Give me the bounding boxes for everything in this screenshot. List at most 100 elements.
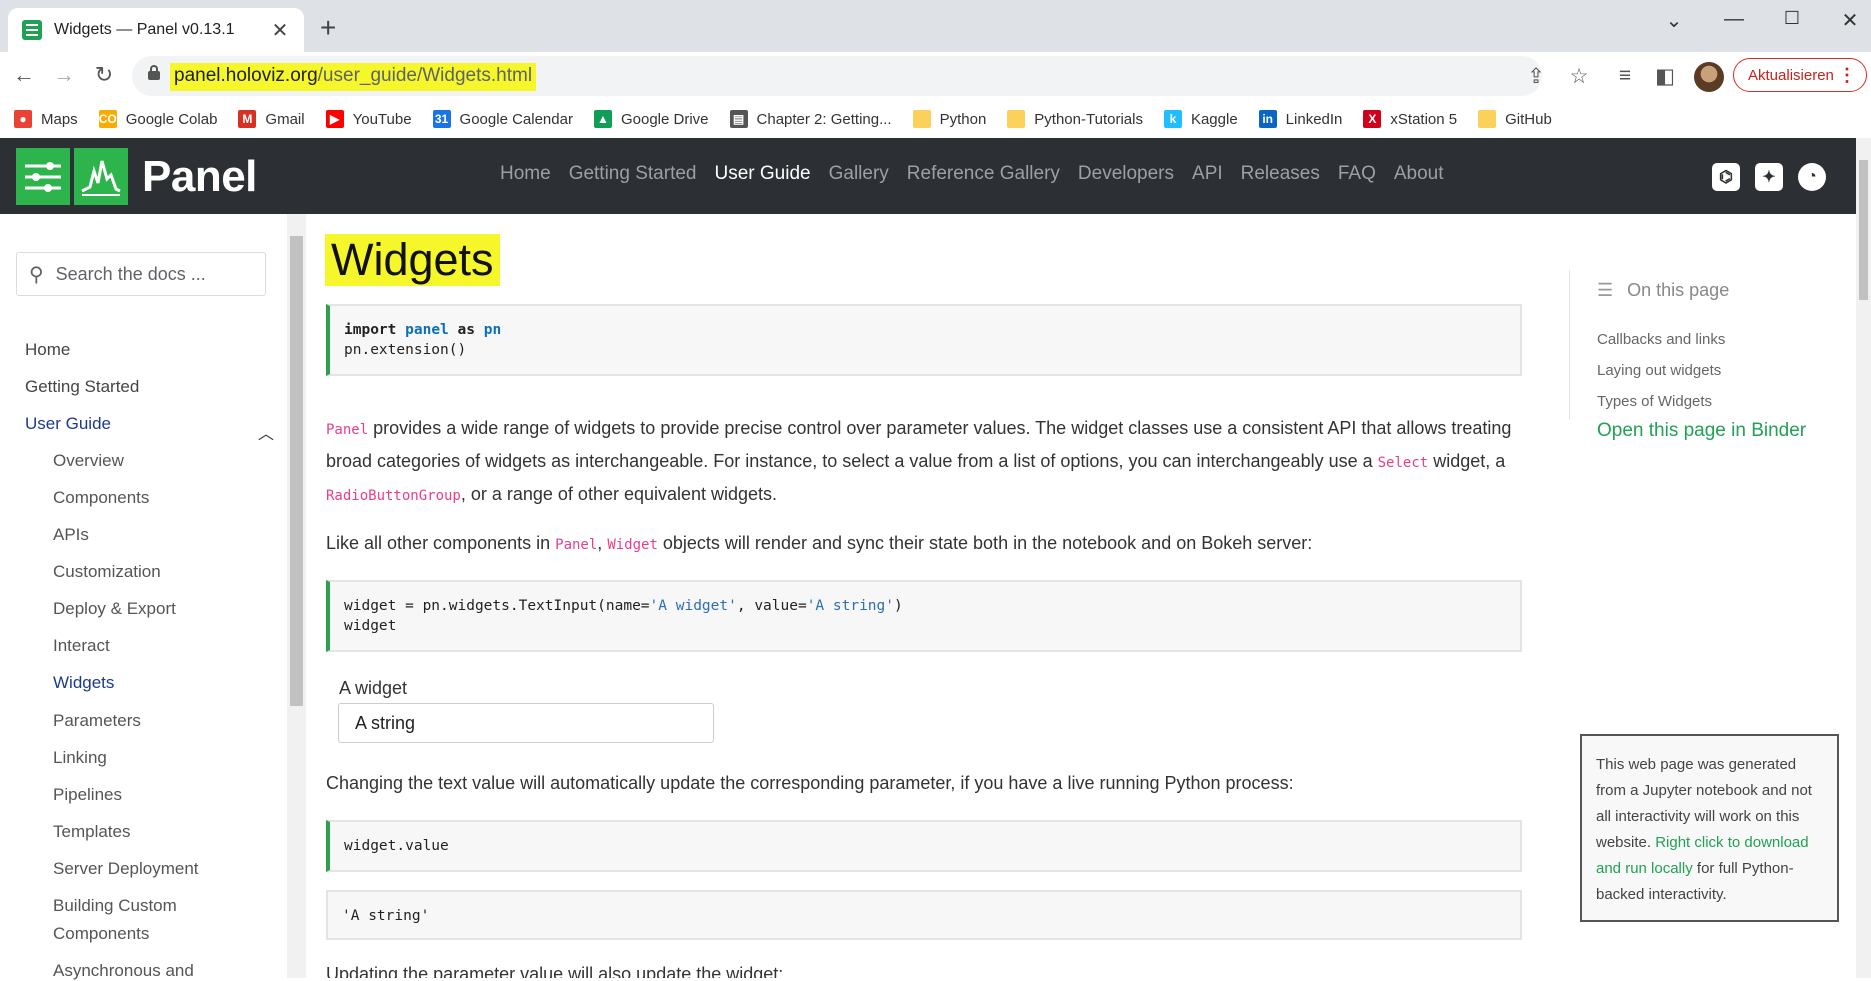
sidebar-subitem[interactable]: Customization [53, 562, 161, 582]
bookmark-label: xStation 5 [1390, 110, 1458, 128]
paragraph-text: objects will render and sync their state… [657, 533, 1313, 553]
sidebar-item[interactable]: User Guide [25, 414, 111, 434]
sidebar-subitem[interactable]: Pipelines [53, 785, 122, 805]
code-cell-textinput[interactable]: widget = pn.widgets.TextInput(name='A wi… [326, 580, 1522, 652]
nav-link[interactable]: About [1394, 163, 1444, 185]
forward-icon[interactable]: → [50, 62, 78, 88]
xstation-icon: X [1363, 110, 1382, 128]
text-input-widget[interactable]: A string [338, 703, 714, 743]
kaggle-icon: k [1163, 110, 1182, 128]
sidebar-scrollbar-thumb[interactable] [290, 236, 303, 706]
paragraph-text: , [597, 533, 608, 553]
sidebar-item[interactable]: Home [25, 340, 70, 360]
sidebar-subitem[interactable]: Components [53, 924, 149, 944]
back-icon[interactable]: ← [10, 62, 38, 88]
nav-link[interactable]: Developers [1078, 163, 1174, 185]
change-paragraph: Changing the text value will automatical… [326, 773, 1294, 793]
bookmark-item[interactable]: XxStation 5 [1363, 110, 1457, 128]
close-window-icon[interactable]: ✕ [1830, 8, 1870, 33]
bookmark-item[interactable]: k Kaggle [1163, 110, 1238, 128]
share-icon[interactable]: ⇪ [1523, 64, 1549, 89]
search-input[interactable]: ⚲ Search the docs ... [16, 252, 266, 296]
side-panel-icon[interactable]: ◧ [1652, 64, 1678, 89]
sidebar-subitem[interactable]: Asynchronous and [53, 961, 194, 981]
sidebar-subitem[interactable]: Deploy & Export [53, 599, 176, 619]
sidebar-subitem[interactable]: APIs [53, 525, 89, 545]
intro-paragraph: Panel provides a wide range of widgets t… [326, 413, 1526, 512]
bookmark-item[interactable]: ▤ Chapter 2: Getting... [729, 110, 892, 128]
twitter-icon[interactable]: ✦ [1755, 163, 1783, 191]
bookmark-label: Chapter 2: Getting... [756, 110, 892, 128]
nav-link[interactable]: API [1192, 163, 1223, 185]
browser-tab[interactable]: Widgets — Panel v0.13.1 ✕ [8, 8, 304, 52]
bookmark-item[interactable]: Python-Tutorials [1007, 110, 1143, 128]
toc-item[interactable]: Laying out widgets [1597, 362, 1721, 379]
bookmark-label: Google Colab [125, 110, 218, 128]
sidebar-subitem[interactable]: Templates [53, 822, 130, 842]
reading-list-icon[interactable]: ≡ [1612, 64, 1638, 88]
list-icon: ☰ [1597, 280, 1614, 300]
gmail-icon: M [238, 110, 257, 128]
reload-icon[interactable]: ↻ [90, 62, 118, 88]
logo-text: Panel [142, 151, 257, 201]
bookmark-item[interactable]: ▶ YouTube [325, 110, 412, 128]
bookmark-item[interactable]: GitHub [1478, 110, 1552, 128]
sidebar-subitem[interactable]: Interact [53, 636, 110, 656]
minimize-icon[interactable]: — [1714, 8, 1754, 31]
code-cell-import[interactable]: import panel as pn pn.extension() [326, 304, 1522, 376]
nav-link[interactable]: User Guide [714, 163, 810, 185]
search-placeholder: Search the docs ... [55, 263, 206, 284]
sidebar-subitem[interactable]: Server Deployment [53, 859, 199, 879]
drive-icon: ▲ [593, 110, 612, 128]
sidebar-subitem[interactable]: Widgets [53, 673, 114, 693]
sidebar-subitem[interactable]: Overview [53, 451, 124, 471]
bookmark-label: Google Drive [620, 110, 709, 128]
code-text: widget = pn.widgets.TextInput(name= [344, 598, 650, 614]
components-paragraph: Like all other components in Panel, Widg… [326, 528, 1526, 561]
page-scrollbar-thumb[interactable] [1859, 160, 1868, 300]
nav-link[interactable]: FAQ [1338, 163, 1376, 185]
star-icon[interactable]: ☆ [1566, 64, 1592, 89]
binder-link[interactable]: Open this page in Binder [1597, 420, 1806, 442]
paragraph-text: widget, a [1428, 451, 1506, 471]
code-string: 'A string' [806, 598, 895, 614]
bookmark-item[interactable]: CO Google Colab [98, 110, 218, 128]
bookmark-item[interactable]: Python [912, 110, 986, 128]
sidebar-subitem[interactable]: Linking [53, 748, 107, 768]
inline-code: Panel [555, 537, 598, 553]
bookmark-item[interactable]: 31 Google Calendar [432, 110, 573, 128]
panel-logo[interactable]: Panel [16, 148, 257, 205]
bookmark-item[interactable]: ▲ Google Drive [593, 110, 709, 128]
code-cell-value[interactable]: widget.value [326, 820, 1522, 872]
close-tab-icon[interactable]: ✕ [270, 18, 290, 43]
toc-item[interactable]: Callbacks and links [1597, 331, 1725, 348]
github-icon[interactable]: ⌬ [1712, 163, 1740, 191]
bookmark-item[interactable]: ● Maps [14, 110, 78, 128]
lock-icon[interactable] [148, 65, 160, 80]
nav-link[interactable]: Reference Gallery [907, 163, 1060, 185]
update-button[interactable]: Aktualisieren ⋮ [1733, 58, 1867, 92]
sidebar-subitem[interactable]: Parameters [53, 711, 141, 731]
sidebar-subitem[interactable]: Components [53, 488, 149, 508]
toc-item[interactable]: Types of Widgets [1597, 393, 1712, 410]
bookmark-item[interactable]: in LinkedIn [1258, 110, 1342, 128]
sidebar-subitem[interactable]: Building Custom [53, 896, 177, 916]
url-text[interactable]: panel.holoviz.org/user_guide/Widgets.htm… [170, 63, 537, 91]
chevron-down-icon[interactable]: ⌄ [1654, 8, 1694, 33]
bookmark-item[interactable]: M Gmail [238, 110, 305, 128]
update-label: Aktualisieren [1748, 66, 1834, 84]
inline-code: Widget [607, 537, 658, 553]
code-string: 'A widget' [649, 598, 737, 614]
new-tab-button[interactable]: + [320, 14, 336, 42]
nav-link[interactable]: Home [500, 163, 551, 185]
chevron-up-icon[interactable]: ︿ [258, 420, 274, 444]
nav-link[interactable]: Gallery [829, 163, 889, 185]
nav-link[interactable]: Releases [1241, 163, 1320, 185]
menu-dots-icon[interactable]: ⋮ [1838, 64, 1856, 86]
tab-title: Widgets — Panel v0.13.1 [54, 21, 235, 38]
avatar[interactable] [1694, 62, 1724, 92]
maximize-icon[interactable]: ☐ [1772, 8, 1812, 29]
nav-link[interactable]: Getting Started [569, 163, 697, 185]
discourse-icon[interactable]: ◔ [1798, 163, 1826, 191]
sidebar-item[interactable]: Getting Started [25, 377, 139, 397]
